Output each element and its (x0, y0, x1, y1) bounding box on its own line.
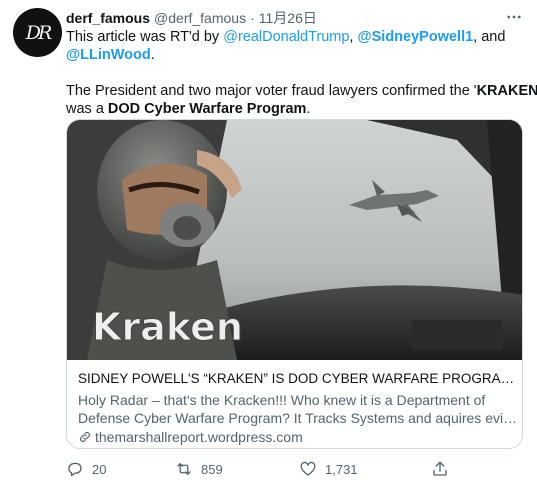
link-card[interactable]: Kraken SIDNEY POWELL'S “KRAKEN” IS DOD C… (66, 119, 523, 449)
like-button[interactable]: 1,731 (299, 458, 358, 480)
separator-dot: · (250, 10, 255, 26)
like-icon (300, 461, 316, 476)
tweet[interactable]: DR derf_famous @derf_famous · 11月26日 Thi… (0, 0, 537, 489)
card-description: Holy Radar – that's the Kracken!!! Who k… (78, 391, 518, 427)
timestamp[interactable]: 11月26日 (259, 8, 317, 28)
mention-sidneypowell1[interactable]: @SidneyPowell1 (357, 29, 473, 45)
tweet-line-1: This article was RT'd by @realDonaldTrum… (66, 28, 522, 46)
tweet-text-segment: was a (66, 101, 108, 117)
avatar-initials: DR (25, 21, 52, 44)
avatar[interactable]: DR (13, 8, 62, 57)
card-image[interactable]: Kraken (67, 120, 522, 360)
kraken-overlay-text: Kraken (92, 305, 243, 349)
retweet-button[interactable]: 859 (175, 458, 223, 480)
tweet-line-4: was a DOD Cyber Warfare Program. (66, 100, 522, 118)
tweet-line-3: The President and two major voter fraud … (66, 82, 537, 100)
tweet-text-segment: This article was RT'd by (66, 29, 224, 45)
share-button[interactable] (431, 458, 449, 480)
tweet-text-segment: , and (473, 29, 506, 45)
more-horizontal-icon (507, 15, 521, 19)
reply-icon (68, 462, 82, 477)
tweet-text: This article was RT'd by @realDonaldTrum… (66, 28, 537, 118)
tweet-text-segment: The President and two major voter fraud … (66, 83, 477, 99)
more-options-button[interactable] (503, 6, 525, 28)
user-handle[interactable]: @derf_famous (154, 10, 246, 26)
cockpit-pilot-image: Kraken (67, 120, 522, 360)
card-title[interactable]: SIDNEY POWELL'S “KRAKEN” IS DOD CYBER WA… (78, 370, 518, 388)
share-icon (433, 461, 447, 476)
mention-realdonaldtrump[interactable]: @realDonaldTrump (223, 29, 349, 45)
retweet-count: 859 (201, 461, 223, 477)
like-count: 1,731 (325, 461, 358, 477)
tweet-text-segment: . (150, 47, 155, 63)
reply-button[interactable]: 20 (66, 458, 106, 480)
tweet-header: derf_famous @derf_famous · 11月26日 (66, 9, 317, 27)
tweet-actions: 20 859 1,731 (66, 458, 456, 480)
card-text[interactable]: SIDNEY POWELL'S “KRAKEN” IS DOD CYBER WA… (78, 370, 518, 445)
kraken-text: KRAKEN (476, 83, 537, 99)
card-domain-text: themarshallreport.wordpress.com (95, 429, 303, 445)
card-description-line: Defense Cyber Warfare Program? It Tracks… (78, 410, 518, 426)
mention-llinwood[interactable]: @LLinWood (66, 47, 151, 63)
dod-program-text: DOD Cyber Warfare Program (107, 101, 307, 117)
tweet-text-segment: . (306, 101, 311, 117)
link-icon (80, 432, 90, 442)
reply-count: 20 (92, 461, 107, 477)
card-description-line: Holy Radar – that's the Kracken!!! Who k… (78, 392, 486, 408)
card-domain[interactable]: themarshallreport.wordpress.com (78, 429, 518, 445)
retweet-icon (177, 463, 191, 475)
tweet-line-2: @LLinWood. (66, 46, 522, 64)
display-name[interactable]: derf_famous (66, 10, 150, 26)
